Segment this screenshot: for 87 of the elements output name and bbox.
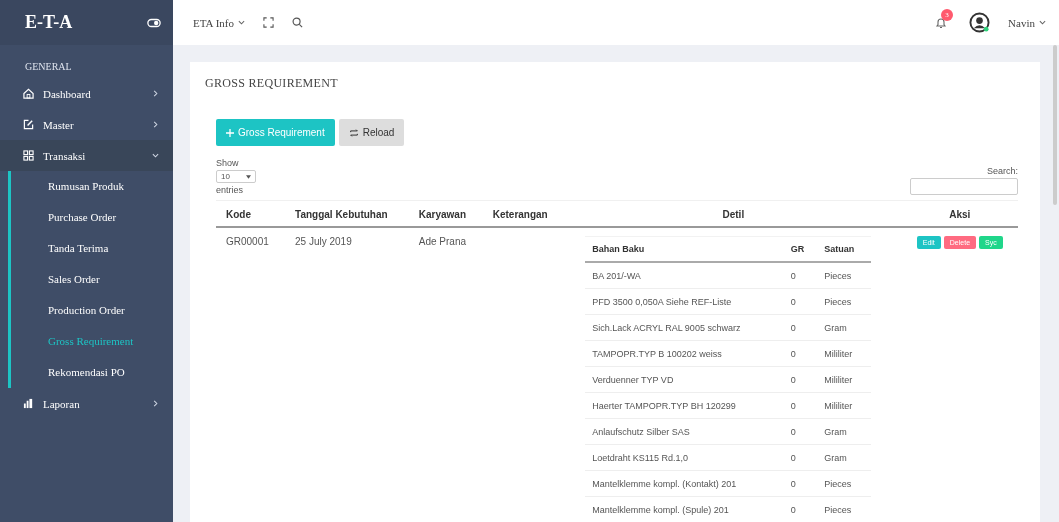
scrollbar[interactable]: [1053, 45, 1057, 205]
avatar-icon[interactable]: [969, 12, 991, 33]
table-cell: Gram: [817, 418, 872, 445]
table-cell: 0: [783, 444, 818, 471]
table-cell: Anlaufschutz Silber SAS: [585, 418, 784, 445]
table-cell: 25 July 2019: [285, 227, 409, 522]
table-cell: Sich.Lack ACRYL RAL 9005 schwarz: [585, 314, 784, 341]
edit-icon: [23, 119, 34, 130]
home-icon: [23, 88, 34, 99]
toggle-icon[interactable]: [147, 17, 161, 28]
table-cell: Mantelklemme kompl. (Kontakt) 201: [585, 470, 784, 497]
table-cell: Mililiter: [817, 392, 872, 419]
card-title: GROSS REQUIREMENT: [205, 76, 339, 91]
menu-label: Laporan: [43, 397, 81, 410]
search-label: Search:: [986, 166, 1018, 176]
column-header: Kode: [216, 200, 286, 227]
table-cell: Pieces: [817, 470, 872, 497]
menu-item[interactable]: Transaksi: [0, 140, 173, 171]
menu-item[interactable]: Dashboard: [0, 78, 173, 109]
chevron-icon: [152, 152, 159, 159]
menu-label: Dashboard: [43, 87, 92, 100]
app-logo: E-T-A: [25, 12, 73, 33]
menu-item[interactable]: Master: [0, 109, 173, 140]
table-cell: PFD 3500 0,050A Siehe REF-Liste: [585, 288, 784, 315]
page-size-select[interactable]: 10: [216, 170, 256, 183]
table-cell: Mantelklemme kompl. (Spule) 201: [585, 496, 784, 522]
column-header: Detil: [565, 200, 902, 227]
bell-icon[interactable]: [935, 16, 948, 29]
column-header: Satuan: [817, 236, 872, 262]
submenu-item[interactable]: Sales Order: [11, 264, 173, 295]
column-header: GR: [783, 236, 818, 262]
entries-label: entries: [216, 185, 244, 195]
column-header: Keterangan: [482, 200, 566, 227]
dropdown-arrow-icon: [246, 174, 251, 179]
show-label: Show: [216, 158, 240, 168]
table-cell: Gram: [817, 444, 872, 471]
section-heading: GENERAL: [24, 60, 73, 74]
table-cell: Verduenner TYP VD: [585, 366, 784, 393]
fullscreen-icon[interactable]: [263, 17, 274, 28]
user-menu[interactable]: Navin: [1008, 16, 1035, 29]
search-icon[interactable]: [292, 17, 303, 28]
table-cell: 0: [783, 392, 818, 419]
reload-button[interactable]: Reload: [338, 119, 405, 146]
table-cell: Gram: [817, 314, 872, 341]
table-cell: 0: [783, 288, 818, 315]
table-cell: GR00001: [216, 227, 286, 522]
submenu-item[interactable]: Purchase Order: [11, 202, 173, 233]
table-cell: 0: [783, 262, 818, 289]
table-cell: Haerter TAMPOPR.TYP BH 120299: [585, 392, 784, 419]
menu-item[interactable]: Laporan: [0, 388, 173, 419]
submenu-item[interactable]: Rekomendasi PO: [11, 357, 173, 388]
bar-chart-icon: [23, 398, 34, 409]
grid-icon: [23, 150, 34, 161]
table-cell: Pieces: [817, 262, 872, 289]
table-cell: 0: [783, 496, 818, 522]
menu-label: Transaksi: [43, 149, 87, 162]
table-cell: Loetdraht KS115 Rd.1,0: [585, 444, 784, 471]
chevron-icon: [152, 90, 159, 97]
column-header: Bahan Baku: [585, 236, 784, 262]
table-cell: Pieces: [817, 288, 872, 315]
table-cell: 0: [783, 418, 818, 445]
search-field[interactable]: [910, 178, 1018, 195]
plus-icon: [226, 128, 234, 137]
table-cell: Mililiter: [817, 340, 872, 367]
column-header: Karyawan: [408, 200, 483, 227]
chevron-icon: [152, 400, 159, 407]
table-cell: Mililiter: [817, 366, 872, 393]
table-cell: 0: [783, 340, 818, 367]
table-cell: Pieces: [817, 496, 872, 522]
table-cell: BA 201/-WA: [585, 262, 784, 289]
chevron-icon: [1039, 19, 1046, 26]
column-header: Tanggal Kebutuhan: [285, 200, 409, 227]
submenu-item[interactable]: Rumusan Produk: [11, 171, 173, 202]
chevron-icon: [152, 121, 159, 128]
submenu-item[interactable]: Gross Requirement: [11, 326, 173, 357]
table-cell: 0: [783, 314, 818, 341]
submenu-item[interactable]: Tanda Terima: [11, 233, 173, 264]
table-cell: TAMPOPR.TYP B 100202 weiss: [585, 340, 784, 367]
table-cell: 0: [783, 366, 818, 393]
table-cell: Ade Prana: [408, 227, 483, 522]
refresh-icon: [348, 127, 359, 138]
chevron-icon: [238, 19, 245, 26]
submenu-item[interactable]: Production Order: [11, 295, 173, 326]
table-cell: 0: [783, 470, 818, 497]
info-menu[interactable]: ETA Info: [193, 16, 234, 29]
menu-label: Master: [43, 118, 75, 131]
column-header: Aksi: [901, 200, 1018, 227]
